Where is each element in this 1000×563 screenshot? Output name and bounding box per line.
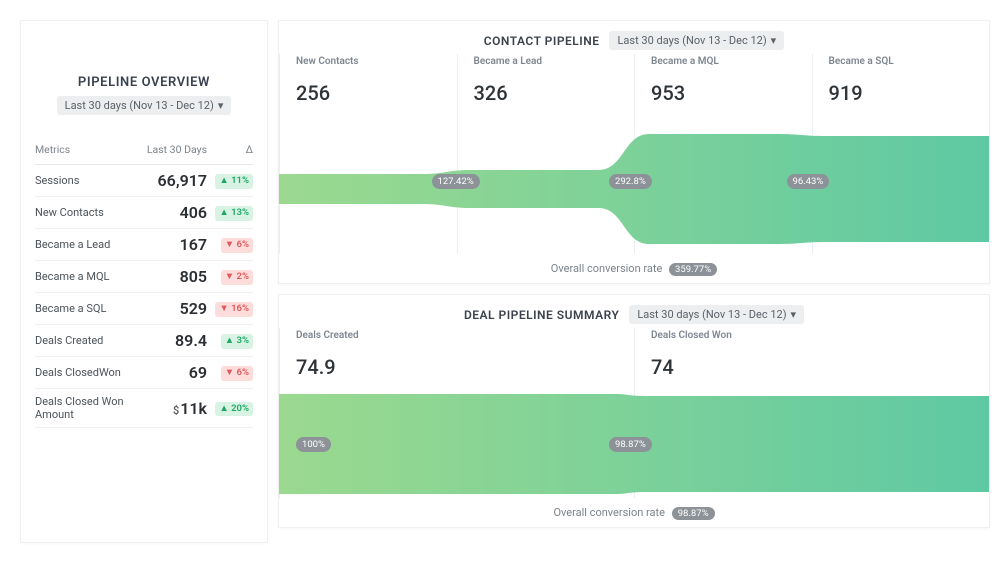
stage-conversion-badge: 292.8%	[609, 174, 652, 189]
overview-row: Sessions66,917 ▲ 11%	[35, 165, 253, 197]
trend-up-icon: ▲ 11%	[215, 174, 253, 188]
chevron-down-icon: ▾	[771, 34, 777, 47]
pipeline-overview-title: PIPELINE OVERVIEW	[35, 75, 253, 90]
trend-down-icon: ▼ 6%	[221, 366, 253, 380]
overview-date-range-label: Last 30 days (Nov 13 - Dec 12)	[65, 99, 214, 112]
metric-name: New Contacts	[35, 206, 139, 219]
stage-value: 74.9	[296, 355, 634, 379]
col-delta: Δ	[207, 143, 253, 156]
deal-pipeline-title: DEAL PIPELINE SUMMARY	[464, 308, 619, 322]
stage-value: 74	[651, 355, 989, 379]
metric-delta: ▲ 11%	[207, 172, 253, 188]
stage-conversion-badge: 100%	[296, 437, 331, 452]
stage-value: 919	[829, 81, 990, 105]
chevron-down-icon: ▾	[791, 308, 797, 321]
stage-label: New Contacts	[296, 56, 457, 67]
overview-row: Became a MQL805 ▼ 2%	[35, 261, 253, 293]
contact-pipeline-card: CONTACT PIPELINE Last 30 days (Nov 13 - …	[278, 20, 990, 284]
trend-up-icon: ▲ 20%	[215, 402, 253, 416]
stage-conversion-badge: 98.87%	[609, 437, 652, 452]
metric-delta: ▼ 16%	[207, 300, 253, 316]
metric-value: 69	[139, 363, 207, 382]
overview-row: Deals ClosedWon69 ▼ 6%	[35, 357, 253, 389]
metric-value: $11k	[139, 399, 207, 418]
metric-value: 406	[139, 203, 207, 222]
overview-table-header: Metrics Last 30 Days Δ	[35, 135, 253, 165]
contact-pipeline-title: CONTACT PIPELINE	[484, 34, 600, 48]
overview-date-range-dropdown[interactable]: Last 30 days (Nov 13 - Dec 12) ▾	[57, 96, 232, 115]
metric-value: 167	[139, 235, 207, 254]
metric-value: 529	[139, 299, 207, 318]
contact-funnel-chart	[279, 124, 989, 254]
metric-name: Deals Closed Won Amount	[35, 395, 139, 421]
contact-overall-rate-value: 359.77%	[669, 263, 717, 276]
pipeline-overview-card: PIPELINE OVERVIEW Last 30 days (Nov 13 -…	[20, 20, 268, 543]
metric-delta: ▲ 13%	[207, 204, 253, 220]
stage-label: Became a MQL	[651, 56, 812, 67]
trend-up-icon: ▲ 13%	[215, 206, 253, 220]
deal-overall-rate-value: 98.87%	[672, 507, 715, 520]
col-metrics: Metrics	[35, 143, 139, 156]
contact-date-range-dropdown[interactable]: Last 30 days (Nov 13 - Dec 12) ▾	[609, 31, 784, 50]
overview-row: Deals Created89.4 ▲ 3%	[35, 325, 253, 357]
metric-delta: ▼ 2%	[207, 268, 253, 284]
trend-down-icon: ▼ 6%	[221, 238, 253, 252]
stage-conversion-badge: 127.42%	[432, 174, 480, 189]
metric-delta: ▼ 6%	[207, 236, 253, 252]
overview-row: Became a SQL529 ▼ 16%	[35, 293, 253, 325]
metric-name: Became a Lead	[35, 238, 139, 251]
deal-date-range-dropdown[interactable]: Last 30 days (Nov 13 - Dec 12) ▾	[629, 305, 804, 324]
metric-name: Sessions	[35, 174, 139, 187]
contact-date-range-label: Last 30 days (Nov 13 - Dec 12)	[617, 34, 766, 47]
metric-name: Deals ClosedWon	[35, 366, 139, 379]
stage-value: 953	[651, 81, 812, 105]
metric-delta: ▼ 6%	[207, 364, 253, 380]
trend-down-icon: ▼ 2%	[221, 270, 253, 284]
stage-value: 256	[296, 81, 457, 105]
stage-label: Deals Created	[296, 330, 634, 341]
stage-label: Deals Closed Won	[651, 330, 989, 341]
chevron-down-icon: ▾	[218, 99, 224, 112]
metric-delta: ▲ 3%	[207, 332, 253, 348]
stage-label: Became a Lead	[474, 56, 635, 67]
trend-up-icon: ▲ 3%	[221, 334, 253, 348]
stage-label: Became a SQL	[829, 56, 990, 67]
overview-row: New Contacts406 ▲ 13%	[35, 197, 253, 229]
metric-name: Became a MQL	[35, 270, 139, 283]
metric-value: 89.4	[139, 331, 207, 350]
deal-date-range-label: Last 30 days (Nov 13 - Dec 12)	[637, 308, 786, 321]
stage-value: 326	[474, 81, 635, 105]
overview-row: Deals Closed Won Amount$11k ▲ 20%	[35, 389, 253, 428]
metric-value: 66,917	[139, 171, 207, 190]
trend-down-icon: ▼ 16%	[215, 302, 253, 316]
contact-overall-rate: Overall conversion rate 359.77%	[279, 262, 989, 275]
deal-pipeline-card: DEAL PIPELINE SUMMARY Last 30 days (Nov …	[278, 294, 990, 528]
metric-name: Became a SQL	[35, 302, 139, 315]
overview-row: Became a Lead167 ▼ 6%	[35, 229, 253, 261]
metric-value: 805	[139, 267, 207, 286]
metric-name: Deals Created	[35, 334, 139, 347]
metric-delta: ▲ 20%	[207, 400, 253, 416]
col-period: Last 30 Days	[139, 143, 207, 156]
deal-overall-rate: Overall conversion rate 98.87%	[279, 506, 989, 519]
stage-conversion-badge: 96.43%	[787, 174, 830, 189]
